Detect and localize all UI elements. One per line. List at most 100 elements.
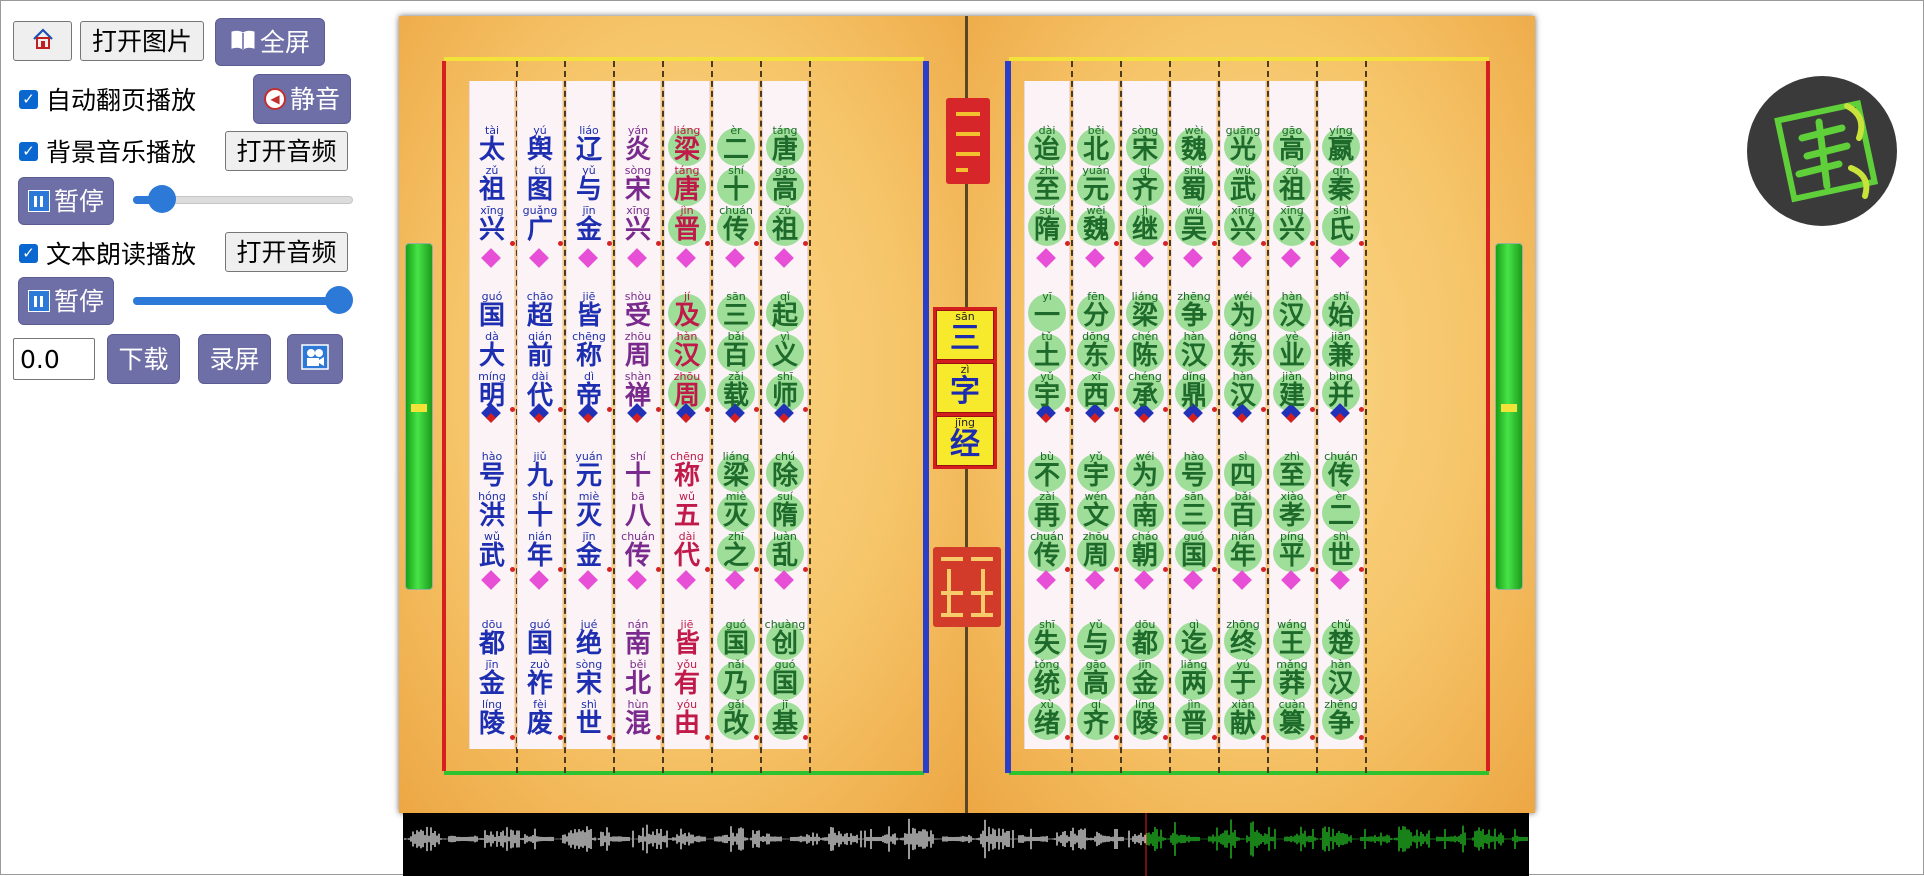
character-cell[interactable]: bǎi 百 — [714, 331, 758, 372]
text-column[interactable]: guāng 光 wǔ 武 xīng 兴 wéi 为 dōng 东 hàn 汉 sì 四 bǎi 百 nián 年 z… — [1220, 81, 1266, 749]
character-cell[interactable]: dài 迨 — [1025, 125, 1069, 166]
bg-open-audio-button[interactable]: 打开音频 — [225, 131, 348, 171]
text-column[interactable]: běi 北 yuán 元 wèi 魏 fēn 分 dōng 东 xī 西 yǔ 宇 wén 文 zhōu 周 yǔ 与… — [1073, 81, 1119, 749]
character-cell[interactable]: dōng 东 — [1074, 331, 1118, 372]
character-cell[interactable]: yī 一 — [1025, 291, 1069, 332]
character-cell[interactable]: chāo 超 — [518, 291, 562, 331]
verse-phrase[interactable]: wéi 为 nán 南 cháo 朝 — [1123, 451, 1167, 572]
character-cell[interactable]: fēn 分 — [1074, 291, 1118, 332]
verse-phrase[interactable]: sì 四 bǎi 百 nián 年 — [1221, 451, 1265, 572]
character-cell[interactable]: guǎng 广 — [518, 205, 562, 245]
character-cell[interactable]: bìng 并 — [1319, 371, 1363, 412]
character-cell[interactable]: nián 年 — [1221, 531, 1265, 572]
character-cell[interactable]: wèi 魏 — [1172, 125, 1216, 166]
character-cell[interactable]: shì 氏 — [1319, 205, 1363, 246]
character-cell[interactable]: shǔ 蜀 — [1172, 165, 1216, 206]
verse-phrase[interactable]: yuán 元 miè 灭 jīn 金 — [567, 451, 611, 571]
text-column[interactable]: èr 二 shí 十 chuán 传 sān 三 bǎi 百 zǎi 载 liáng 梁 miè 灭 zhī 之 g… — [713, 81, 759, 749]
text-column[interactable]: gāo 高 zǔ 祖 xīng 兴 hàn 汉 yè 业 jiàn 建 zhì 至 xiào 孝 píng 平 wá… — [1269, 81, 1315, 749]
character-cell[interactable]: xī 西 — [1074, 371, 1118, 412]
character-cell[interactable]: zuò 祚 — [518, 659, 562, 699]
character-cell[interactable]: líng 陵 — [1123, 699, 1167, 740]
text-read-row[interactable]: ✓ 文本朗读播放 — [19, 235, 196, 271]
text-open-audio-button[interactable]: 打开音频 — [225, 232, 348, 272]
character-cell[interactable]: chú 除 — [763, 451, 807, 492]
mute-button[interactable]: ◀ 静音 — [253, 74, 351, 124]
character-cell[interactable]: nián 年 — [518, 531, 562, 571]
character-cell[interactable]: zhì 至 — [1270, 451, 1314, 492]
character-cell[interactable]: píng 平 — [1270, 531, 1314, 572]
character-cell[interactable]: yuán 元 — [1074, 165, 1118, 206]
audio-waveform[interactable] — [403, 813, 1529, 876]
character-cell[interactable]: shī 师 — [763, 371, 807, 412]
character-cell[interactable]: èr 二 — [714, 125, 758, 166]
text-column[interactable]: tài 太 zǔ 祖 xīng 兴 guó 国 dà 大 míng 明 hào 号 hóng 洪 wǔ 武 dōu 都… — [469, 81, 515, 749]
character-cell[interactable]: qín 秦 — [1319, 165, 1363, 206]
character-cell[interactable]: jīn 金 — [567, 205, 611, 245]
character-cell[interactable]: yóu 由 — [665, 699, 709, 739]
character-cell[interactable]: wéi 为 — [1221, 291, 1265, 332]
character-cell[interactable]: líng 陵 — [470, 699, 514, 739]
character-cell[interactable]: suí 隋 — [763, 491, 807, 532]
verse-phrase[interactable]: chǔ 楚 hàn 汉 zhēng 争 — [1319, 619, 1363, 740]
verse-phrase[interactable]: jiē 皆 yǒu 有 yóu 由 — [665, 619, 709, 739]
character-cell[interactable]: zhēng 争 — [1319, 699, 1363, 740]
character-cell[interactable]: wǔ 武 — [1221, 165, 1265, 206]
character-cell[interactable]: běi 北 — [616, 659, 660, 699]
character-cell[interactable]: hóng 洪 — [470, 491, 514, 531]
verse-phrase[interactable]: jiǔ 九 shí 十 nián 年 — [518, 451, 562, 571]
text-column[interactable]: liáng 梁 táng 唐 jìn 晋 jí 及 hàn 汉 zhōu 周 chēng 称 wǔ 五 dài 代… — [664, 81, 710, 749]
verse-phrase[interactable]: guó 国 nǎi 乃 gǎi 改 — [714, 619, 758, 740]
verse-phrase[interactable]: táng 唐 gāo 高 zǔ 祖 — [763, 125, 807, 246]
text-column[interactable]: yán 炎 sòng 宋 xīng 兴 shòu 受 zhōu 周 shàn 禅 shí 十 bā 八 chuá… — [615, 81, 661, 749]
text-column[interactable]: dài 迨 zhì 至 suí 隋 yī 一 tǔ 土 yǔ 宇 bù 不 zài 再 chuán 传 shī 失 tǒ… — [1024, 81, 1070, 749]
character-cell[interactable]: bù 不 — [1025, 451, 1069, 492]
character-cell[interactable]: yè 业 — [1270, 331, 1314, 372]
character-cell[interactable]: cuàn 篡 — [1270, 699, 1314, 740]
character-cell[interactable]: hào 号 — [470, 451, 514, 491]
character-cell[interactable]: yú 舆 — [518, 125, 562, 165]
verse-phrase[interactable]: zhēng 争 hàn 汉 dǐng 鼎 — [1172, 291, 1216, 412]
bg-volume-slider[interactable] — [133, 185, 353, 213]
character-cell[interactable]: dà 大 — [470, 331, 514, 371]
bg-pause-button[interactable]: 暂停 — [18, 177, 114, 225]
verse-phrase[interactable]: yī 一 tǔ 土 yǔ 宇 — [1025, 291, 1069, 412]
character-cell[interactable]: wéi 为 — [1123, 451, 1167, 492]
character-cell[interactable]: jī 基 — [763, 699, 807, 740]
text-volume-slider[interactable] — [133, 286, 353, 314]
character-cell[interactable]: sòng 宋 — [616, 165, 660, 205]
character-cell[interactable]: shí 十 — [518, 491, 562, 531]
character-cell[interactable]: miè 灭 — [714, 491, 758, 532]
character-cell[interactable]: qí 齐 — [1123, 165, 1167, 206]
character-cell[interactable]: jí 及 — [665, 291, 709, 332]
verse-phrase[interactable]: wéi 为 dōng 东 hàn 汉 — [1221, 291, 1265, 412]
character-cell[interactable]: shí 十 — [616, 451, 660, 491]
character-cell[interactable]: jīn 金 — [567, 531, 611, 571]
character-cell[interactable]: sòng 宋 — [567, 659, 611, 699]
verse-phrase[interactable]: liáo 辽 yǔ 与 jīn 金 — [567, 125, 611, 245]
character-cell[interactable]: bā 八 — [616, 491, 660, 531]
character-cell[interactable]: chuán 传 — [1025, 531, 1069, 572]
character-cell[interactable]: běi 北 — [1074, 125, 1118, 166]
character-cell[interactable]: yǒu 有 — [665, 659, 709, 699]
bg-music-row[interactable]: ✓ 背景音乐播放 — [19, 133, 196, 169]
verse-phrase[interactable]: qì 迄 liǎng 两 jìn 晋 — [1172, 619, 1216, 740]
character-cell[interactable]: chuán 传 — [1319, 451, 1363, 492]
verse-phrase[interactable]: nán 南 běi 北 hùn 混 — [616, 619, 660, 739]
character-cell[interactable]: sì 四 — [1221, 451, 1265, 492]
verse-phrase[interactable]: yíng 嬴 qín 秦 shì 氏 — [1319, 125, 1363, 246]
character-cell[interactable]: gāo 高 — [1074, 659, 1118, 700]
character-cell[interactable]: liáng 梁 — [665, 125, 709, 166]
character-cell[interactable]: wǔ 五 — [665, 491, 709, 531]
character-cell[interactable]: jiàn 建 — [1270, 371, 1314, 412]
character-cell[interactable]: xīng 兴 — [1221, 205, 1265, 246]
character-cell[interactable]: chuán 传 — [714, 205, 758, 246]
left-page[interactable]: tài 太 zǔ 祖 xīng 兴 guó 国 dà 大 míng 明 hào 号 hóng 洪 wǔ 武 dōu 都… — [399, 16, 966, 813]
character-cell[interactable]: zhōu 周 — [1074, 531, 1118, 572]
verse-phrase[interactable]: yǔ 与 gāo 高 qí 齐 — [1074, 619, 1118, 740]
character-cell[interactable]: suí 隋 — [1025, 205, 1069, 246]
verse-phrase[interactable]: zhōng 终 yú 于 xiàn 献 — [1221, 619, 1265, 740]
character-cell[interactable]: shī 失 — [1025, 619, 1069, 660]
character-cell[interactable]: xīng 兴 — [470, 205, 514, 245]
verse-phrase[interactable]: wèi 魏 shǔ 蜀 wú 吴 — [1172, 125, 1216, 246]
